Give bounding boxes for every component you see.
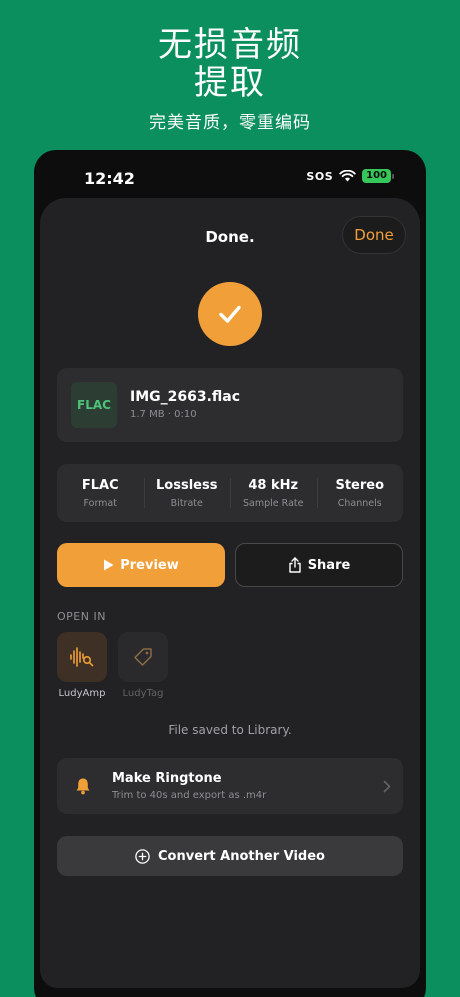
tag-icon (118, 632, 168, 682)
spec-label: Format (83, 497, 117, 509)
ringtone-title: Make Ringtone (112, 771, 222, 786)
audio-specs: FLAC Format Lossless Bitrate 48 kHz Samp… (57, 464, 403, 522)
promo-title: 无损音频 提取 (0, 26, 460, 102)
sos-indicator: SOS (306, 169, 334, 183)
file-meta: 1.7 MB · 0:10 (130, 409, 197, 420)
spec-label: Bitrate (170, 497, 203, 509)
convert-another-button[interactable]: Convert Another Video (57, 836, 403, 876)
saved-note: File saved to Library. (168, 723, 292, 737)
play-icon (104, 559, 114, 571)
spec-value: Lossless (156, 477, 218, 493)
format-badge: FLAC (71, 382, 117, 428)
waveform-search-icon (57, 632, 107, 682)
spec-bitrate: Lossless Bitrate (143, 464, 231, 522)
make-ringtone-row[interactable]: Make Ringtone Trim to 40s and export as … (57, 758, 403, 814)
plus-circle-icon (135, 848, 150, 864)
app-ludytag[interactable]: LudyTag (118, 632, 168, 699)
battery-indicator: 100 (362, 169, 391, 183)
spec-channels: Stereo Channels (316, 464, 404, 522)
status-bar: 12:42 SOS 100 (34, 150, 426, 198)
app-label: LudyTag (122, 688, 164, 699)
battery-tip (392, 173, 394, 179)
convert-label: Convert Another Video (158, 848, 325, 864)
promo-subtitle: 完美音质，零重编码 (149, 113, 311, 133)
spec-label: Channels (337, 497, 382, 509)
success-check-icon (198, 282, 262, 346)
result-sheet: Done. Done FLAC IMG_2663.flac 1.7 MB · 0… (40, 198, 420, 988)
spec-value: Stereo (335, 477, 385, 493)
file-card: FLAC IMG_2663.flac 1.7 MB · 0:10 (57, 368, 403, 442)
app-ludyamp[interactable]: LudyAmp (57, 632, 107, 699)
promo-title-line1: 无损音频 (158, 25, 302, 65)
share-label: Share (307, 557, 351, 573)
wifi-icon (339, 170, 356, 182)
promo-title-line2: 提取 (194, 63, 266, 103)
ringtone-subtitle: Trim to 40s and export as .m4r (112, 790, 267, 801)
open-in-label: OPEN IN (57, 610, 106, 623)
app-label: LudyAmp (58, 688, 106, 699)
status-indicators: SOS 100 (306, 169, 394, 183)
share-icon (288, 557, 301, 573)
spec-sample-rate: 48 kHz Sample Rate (230, 464, 317, 522)
chevron-right-icon (383, 780, 391, 793)
phone-frame: 12:42 SOS 100 Done. Done FLAC IMG_2663.f… (34, 150, 426, 997)
done-button[interactable]: Done (342, 216, 406, 254)
share-button[interactable]: Share (235, 543, 403, 587)
bell-icon (76, 778, 90, 795)
spec-value: 48 kHz (248, 477, 299, 493)
spec-format: FLAC Format (57, 464, 144, 522)
preview-label: Preview (120, 557, 179, 573)
status-time: 12:42 (84, 169, 135, 188)
spec-value: FLAC (81, 477, 119, 493)
spec-label: Sample Rate (243, 497, 304, 509)
file-name: IMG_2663.flac (130, 389, 241, 405)
preview-button[interactable]: Preview (57, 543, 225, 587)
